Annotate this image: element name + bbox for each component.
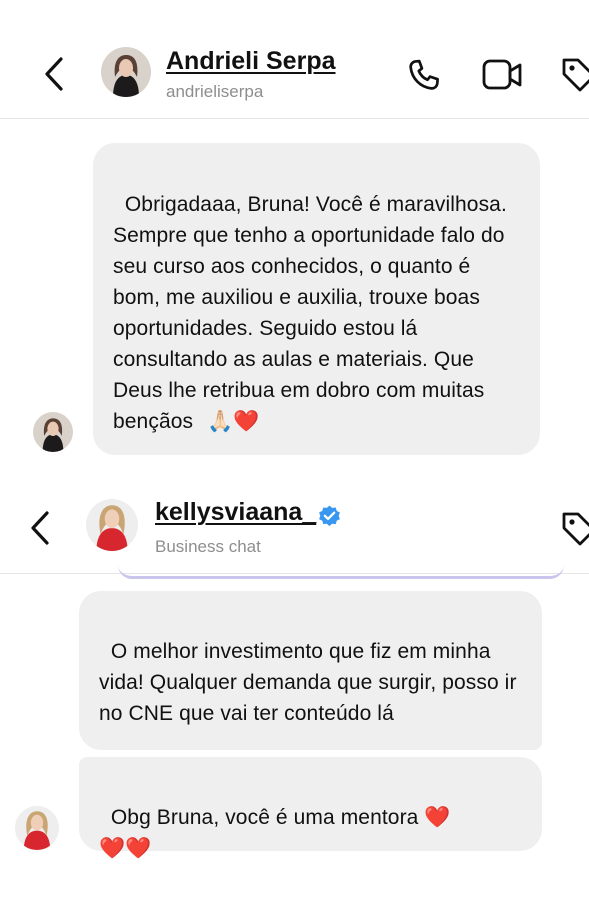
contact-name[interactable]: kellysviaana_ [155, 498, 316, 527]
business-chat-label: Business chat [155, 537, 261, 556]
tag-icon[interactable] [558, 54, 589, 94]
message-text: Obg Bruna, você é uma mentora [110, 806, 419, 829]
verified-badge-icon [319, 505, 340, 527]
message-text: Obrigadaaa, Bruna! Você é maravilhosa. S… [113, 193, 513, 433]
video-icon[interactable] [482, 58, 524, 92]
avatar[interactable] [101, 47, 151, 97]
chat-header-andrieli: Andrieli Serpa andrieliserpa [0, 0, 589, 118]
message-bubble[interactable]: Obg Bruna, você é uma mentora ❤️ ❤️❤️ [79, 757, 542, 860]
chat-header-kelly: kellysviaana_ Business chat [0, 470, 589, 573]
avatar[interactable] [86, 499, 138, 551]
back-arrow-icon[interactable] [42, 56, 66, 92]
message-text: O melhor investimento que fiz em minha v… [99, 640, 523, 725]
heart-emoji: ❤️ [424, 806, 451, 829]
contact-name[interactable]: Andrieli Serpa [166, 47, 336, 76]
message-avatar [33, 412, 73, 452]
phone-icon[interactable] [405, 57, 443, 95]
message-bubble[interactable]: O melhor investimento que fiz em minha v… [79, 591, 542, 750]
tag-icon[interactable] [558, 508, 589, 548]
pray-heart-emoji: 🙏🏻❤️ [207, 410, 260, 433]
header-divider [0, 118, 589, 119]
back-arrow-icon[interactable] [28, 510, 52, 546]
message-avatar [15, 806, 59, 850]
hearts-emoji: ❤️❤️ [99, 837, 152, 860]
contact-username: andrieliserpa [166, 82, 264, 101]
message-bubble[interactable]: Obrigadaaa, Bruna! Você é maravilhosa. S… [93, 143, 540, 455]
story-reply-edge [118, 562, 564, 579]
